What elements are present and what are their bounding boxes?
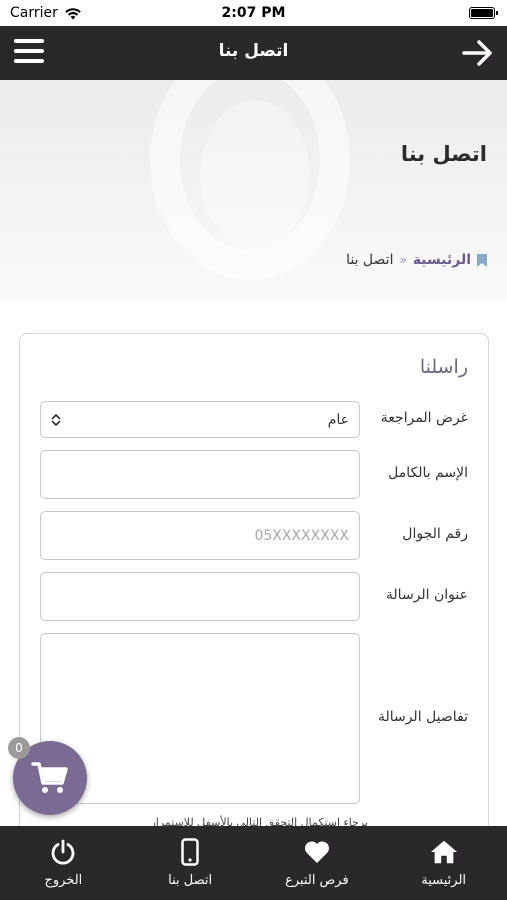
power-icon: [49, 838, 77, 866]
subject-label: عنوان الرسالة: [385, 587, 468, 603]
fullname-label: الإسم بالكامل: [388, 465, 468, 481]
purpose-label: غرض المراجعة: [380, 410, 468, 426]
form-title: راسلنا: [419, 356, 468, 378]
breadcrumb-home-link[interactable]: الرئيسية: [413, 252, 471, 268]
purpose-select[interactable]: عام: [40, 401, 360, 438]
mobile-phone-icon: [176, 838, 204, 866]
back-arrow-icon[interactable]: [461, 37, 495, 69]
clock: 2:07 PM: [221, 5, 286, 21]
shopping-cart-icon: [31, 762, 68, 793]
breadcrumb-separator: »: [399, 253, 407, 267]
mobile-placeholder: 05XXXXXXXX: [254, 527, 349, 544]
heart-icon: [303, 838, 331, 866]
status-bar: Carrier 2:07 PM: [0, 0, 507, 26]
select-arrows-icon: [51, 413, 61, 426]
details-label: تفاصيل الرسالة: [377, 709, 468, 725]
hero-banner: اتصل بنا الرئيسية » اتصل بنا: [0, 80, 507, 302]
tab-donation-label: فرص التبرع: [285, 873, 349, 888]
mobile-label: رقم الجوال: [402, 526, 468, 542]
tab-contact-us[interactable]: اتصل بنا: [127, 826, 254, 900]
bottom-tab-bar: الرئيسية فرص التبرع اتصل بنا الخروج: [0, 826, 507, 900]
page-title: اتصل بنا: [218, 41, 289, 61]
battery-icon: [469, 7, 498, 19]
navigation-bar: اتصل بنا: [0, 26, 507, 80]
breadcrumb-current: اتصل بنا: [346, 252, 394, 268]
bookmark-icon: [477, 253, 487, 267]
mobile-input[interactable]: 05XXXXXXXX: [40, 511, 360, 560]
fullname-input[interactable]: [40, 450, 360, 499]
cart-count-badge: 0: [8, 737, 30, 759]
home-icon: [430, 838, 458, 866]
hero-title: اتصل بنا: [400, 142, 487, 166]
breadcrumb: الرئيسية » اتصل بنا: [346, 252, 487, 268]
subject-input[interactable]: [40, 572, 360, 621]
hero-background-highlight: [200, 100, 310, 250]
tab-contact-label: اتصل بنا: [168, 873, 213, 888]
tab-logout-label: الخروج: [44, 873, 83, 888]
tab-home[interactable]: الرئيسية: [380, 826, 507, 900]
details-textarea[interactable]: [40, 633, 360, 804]
tab-home-label: الرئيسية: [421, 873, 467, 888]
tab-logout[interactable]: الخروج: [0, 826, 127, 900]
contact-form-card: راسلنا غرض المراجعة عام الإسم بالكامل رق…: [19, 333, 489, 853]
tab-donation-opportunities[interactable]: فرص التبرع: [254, 826, 381, 900]
purpose-selected-value: عام: [327, 411, 349, 428]
